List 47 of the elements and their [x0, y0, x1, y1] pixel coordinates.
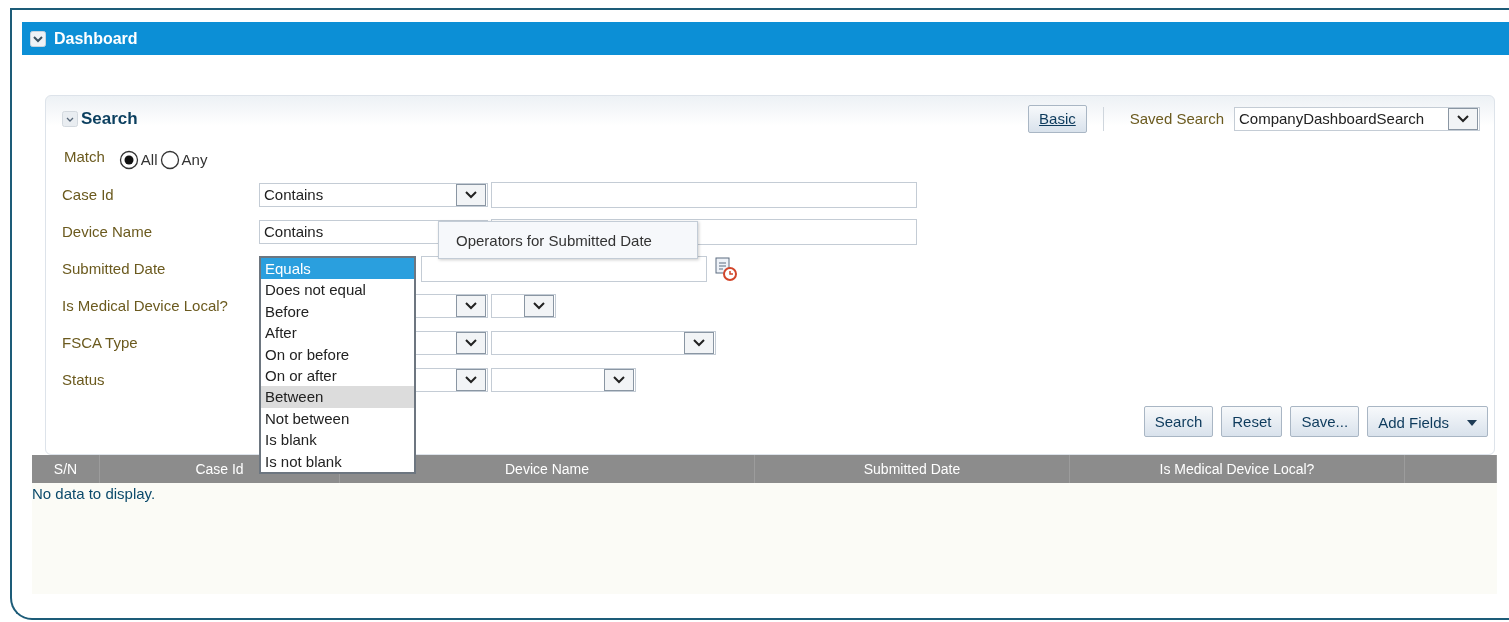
search-title: Search: [81, 108, 138, 131]
list-option[interactable]: Between: [261, 386, 414, 408]
dropdown-field[interactable]: [491, 368, 636, 392]
search-form-button[interactable]: Save...: [1290, 406, 1360, 437]
list-option[interactable]: After: [261, 322, 414, 344]
dropdown-field[interactable]: Contains: [259, 183, 488, 207]
search-form-button[interactable]: Reset: [1221, 406, 1283, 437]
radio-label[interactable]: Any: [181, 148, 208, 172]
search-form-button[interactable]: Search: [1143, 406, 1214, 437]
dropdown-field[interactable]: [491, 331, 716, 355]
collapse-icon[interactable]: [62, 111, 78, 127]
chevron-down-icon: [464, 190, 478, 200]
radio-button[interactable]: [118, 150, 139, 170]
chevron-down-icon: [464, 375, 478, 385]
field-label: Is Medical Device Local?: [62, 295, 229, 316]
chevron-down-icon: [612, 375, 626, 385]
list-option[interactable]: Does not equal: [261, 279, 414, 301]
list-option[interactable]: On or after: [261, 365, 414, 387]
field-label: Device Name: [62, 221, 154, 242]
field-label: Submitted Date: [62, 258, 167, 279]
saved-search-label: Saved Search: [1129, 108, 1224, 129]
list-option[interactable]: Is blank: [261, 429, 414, 451]
radio-button[interactable]: [159, 150, 180, 170]
basic-button[interactable]: Basic: [1028, 105, 1087, 133]
chevron-down-icon: [532, 301, 546, 311]
empty-message: No data to display.: [32, 485, 156, 502]
field-label: Status: [62, 369, 106, 390]
field-label: Case Id: [62, 184, 115, 205]
chevron-down-icon: [464, 301, 478, 311]
caret-down-icon: [1467, 420, 1477, 426]
tooltip: Operators for Submitted Date: [438, 221, 698, 259]
chevron-down-icon: [692, 338, 706, 348]
list-option[interactable]: On or before: [261, 343, 414, 366]
text-field[interactable]: [491, 182, 917, 208]
field-label: FSCA Type: [62, 332, 139, 353]
list-option[interactable]: Before: [261, 300, 414, 323]
chevron-down-icon: [1456, 114, 1470, 124]
match-label: Match: [64, 146, 105, 167]
add-fields-button[interactable]: Add Fields: [1367, 406, 1488, 437]
chevron-down-icon: [464, 338, 478, 348]
dropdown-field[interactable]: [491, 294, 556, 318]
panel-title: Dashboard: [54, 28, 138, 49]
calendar-clock-icon[interactable]: [713, 256, 739, 282]
saved-search-dropdown[interactable]: CompanyDashboardSearch: [1234, 107, 1480, 131]
collapse-icon[interactable]: [30, 30, 46, 47]
radio-label[interactable]: All: [140, 148, 158, 172]
list-option[interactable]: Not between: [261, 407, 414, 430]
